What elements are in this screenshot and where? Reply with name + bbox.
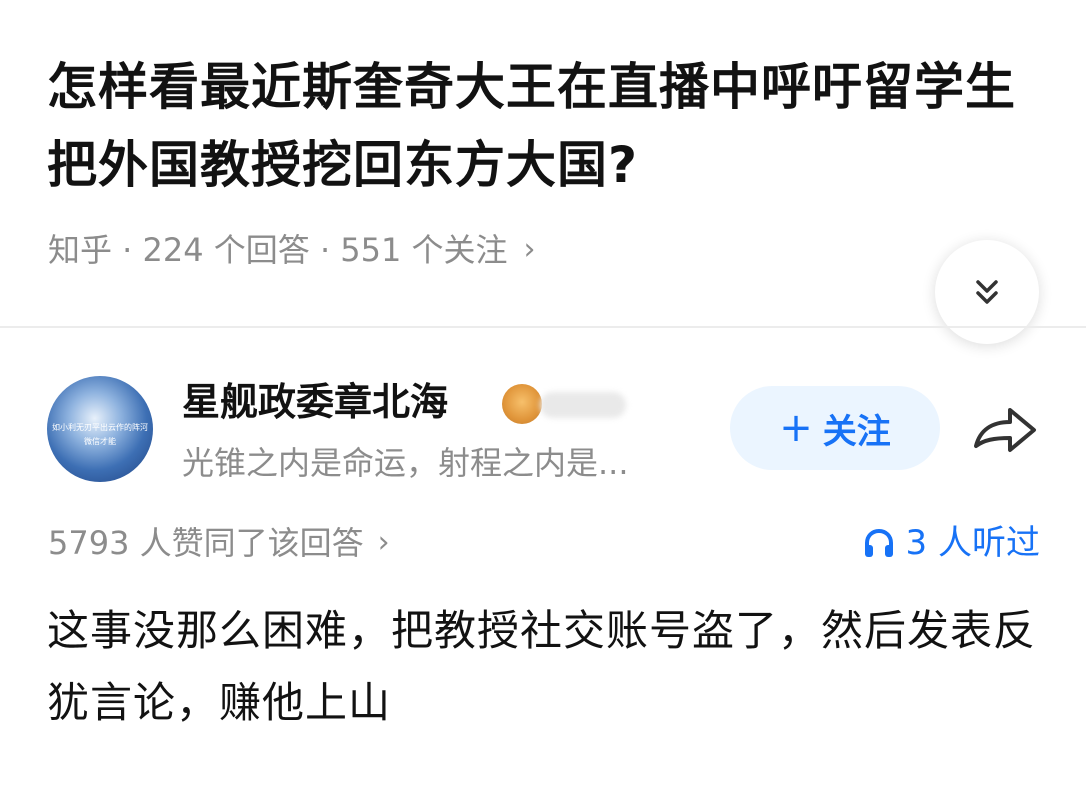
vote-count-text: 5793 人赞同了该回答 <box>48 524 364 562</box>
divider <box>0 326 1086 328</box>
follow-button-label: 关注 <box>822 411 891 452</box>
listened-count-text: 3 人听过 <box>905 523 1040 563</box>
chevron-right-icon: › <box>523 232 536 267</box>
author-name[interactable]: 星舰政委章北海 <box>182 374 448 430</box>
headphone-icon <box>864 528 893 557</box>
redacted-badge-text <box>540 392 626 418</box>
avatar-caption-2: 微信才能 <box>84 437 116 446</box>
badge-icon <box>502 384 542 424</box>
question-title[interactable]: 怎样看最近斯奎奇大王在直播中呼吁留学生把外国教授挖回东方大国? <box>47 48 1047 204</box>
collapse-button[interactable] <box>935 240 1039 344</box>
chevron-right-icon: › <box>377 525 390 560</box>
plus-icon: + <box>779 405 813 451</box>
double-chevron-down-icon <box>976 280 998 304</box>
question-meta-text: 知乎 · 224 个回答 · 551 个关注 <box>48 231 508 269</box>
share-arrow-icon[interactable] <box>970 400 1040 460</box>
author-bio: 光锥之内是命运，射程之内是... <box>182 444 629 482</box>
follow-button[interactable]: + 关注 <box>730 386 940 470</box>
avatar[interactable]: 如小利无刃平出云作的阵河 微信才能 <box>47 376 153 482</box>
answer-content[interactable]: 这事没那么困难，把教授社交账号盗了，然后发表反犹言论，赚他上山 <box>47 595 1037 739</box>
avatar-caption: 如小利无刃平出云作的阵河 <box>52 423 148 432</box>
listened-count[interactable]: 3 人听过 <box>862 520 1040 566</box>
question-meta[interactable]: 知乎 · 224 个回答 · 551 个关注 › <box>48 228 536 272</box>
vote-count[interactable]: 5793 人赞同了该回答 › <box>48 520 390 566</box>
